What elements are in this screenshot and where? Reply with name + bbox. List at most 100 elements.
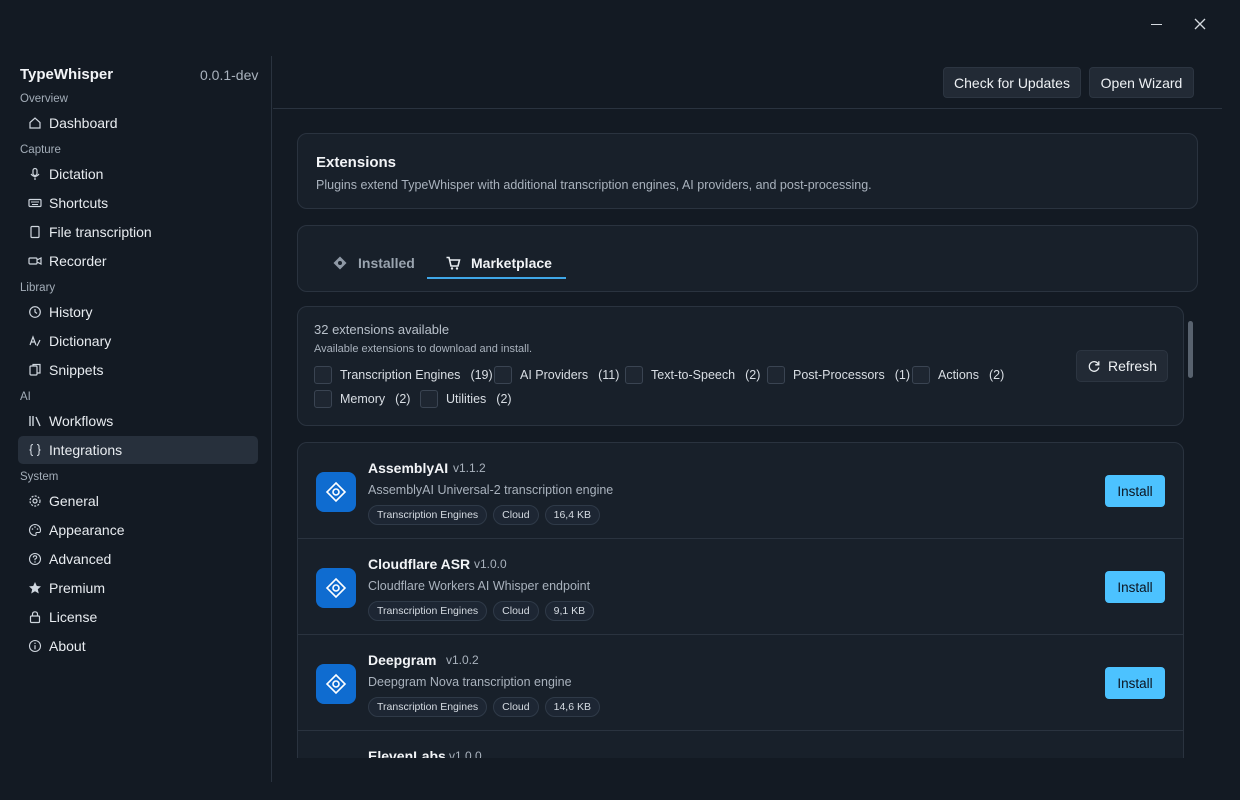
filter-label: AI Providers <box>520 368 589 382</box>
sidebar-item-premium[interactable]: Premium <box>18 574 258 602</box>
filter-count: (11) <box>598 368 620 382</box>
sidebar-item-label: Workflows <box>49 413 114 429</box>
page-title: Extensions <box>316 154 397 171</box>
filter-transcription-engines[interactable]: Transcription Engines (19) <box>314 366 493 384</box>
sidebar-item-license[interactable]: License <box>18 603 258 631</box>
checkbox[interactable] <box>314 366 332 384</box>
list-item: AssemblyAI v1.1.2 AssemblyAI Universal-2… <box>298 443 1183 539</box>
install-button[interactable]: Install <box>1105 475 1165 507</box>
checkbox[interactable] <box>767 366 785 384</box>
filter-label: Text-to-Speech <box>651 368 736 382</box>
dictionary-icon <box>28 334 42 348</box>
checkbox[interactable] <box>625 366 643 384</box>
braces-icon <box>28 443 42 457</box>
check-for-updates-button[interactable]: Check for Updates <box>943 67 1081 98</box>
page-description: Plugins extend TypeWhisper with addition… <box>316 178 872 192</box>
filter-label: Transcription Engines <box>340 368 461 382</box>
list-item: Deepgram v1.0.2 Deepgram Nova transcript… <box>298 635 1183 731</box>
puzzle-icon <box>332 255 348 271</box>
filter-card: 32 extensions available Available extens… <box>297 306 1184 426</box>
tab-label: Marketplace <box>471 255 552 271</box>
snippets-icon <box>28 363 42 377</box>
plugin-description: Cloudflare Workers AI Whisper endpoint <box>368 579 591 593</box>
sidebar-item-history[interactable]: History <box>18 298 258 326</box>
sidebar-item-dashboard[interactable]: Dashboard <box>18 109 258 137</box>
section-ai: AI <box>20 391 31 403</box>
plugin-version: v1.0.0 <box>474 557 507 571</box>
install-button[interactable]: Install <box>1105 667 1165 699</box>
checkbox[interactable] <box>314 390 332 408</box>
refresh-label: Refresh <box>1107 358 1158 374</box>
sidebar-item-dictionary[interactable]: Dictionary <box>18 327 258 355</box>
sidebar-item-label: Shortcuts <box>49 195 109 211</box>
refresh-button[interactable]: Refresh <box>1076 350 1168 382</box>
section-overview: Overview <box>20 93 68 105</box>
tag-category: Transcription Engines <box>368 505 488 525</box>
filter-count: (1) <box>894 368 910 382</box>
sidebar-item-dictation[interactable]: Dictation <box>18 160 258 188</box>
checkbox[interactable] <box>420 390 438 408</box>
store-icon <box>445 255 461 271</box>
filter-label: Post-Processors <box>793 368 885 382</box>
open-wizard-button[interactable]: Open Wizard <box>1089 67 1194 98</box>
sidebar-item-shortcuts[interactable]: Shortcuts <box>18 189 258 217</box>
plugin-icon <box>316 664 356 704</box>
list-item: Cloudflare ASR v1.0.0 Cloudflare Workers… <box>298 539 1183 635</box>
mic-icon <box>28 167 42 181</box>
sidebar-item-label: Snippets <box>49 362 104 378</box>
filter-utilities[interactable]: Utilities (2) <box>420 390 512 408</box>
sidebar-item-advanced[interactable]: Advanced <box>18 545 258 573</box>
sidebar-item-label: License <box>49 609 98 625</box>
checkbox[interactable] <box>494 366 512 384</box>
sidebar: TypeWhisper 0.0.1-dev Overview Dashboard… <box>0 56 272 782</box>
tag-size: 9,1 KB <box>544 601 595 621</box>
filter-label: Actions <box>938 368 979 382</box>
tag-type: Cloud <box>493 505 539 525</box>
sidebar-item-workflows[interactable]: Workflows <box>18 407 258 435</box>
checkbox[interactable] <box>912 366 930 384</box>
sidebar-item-label: History <box>49 304 93 320</box>
section-system: System <box>20 471 59 483</box>
video-icon <box>28 254 42 268</box>
sidebar-item-label: Integrations <box>49 442 123 458</box>
plugin-name: Cloudflare ASR <box>368 556 471 572</box>
sidebar-item-general[interactable]: General <box>18 487 258 515</box>
home-icon <box>28 116 42 130</box>
sidebar-item-file-transcription[interactable]: File transcription <box>18 218 258 246</box>
file-icon <box>28 225 42 239</box>
install-button[interactable]: Install <box>1105 571 1165 603</box>
plugin-icon <box>316 472 356 512</box>
header-divider <box>273 108 1222 109</box>
filter-text-to-speech[interactable]: Text-to-Speech (2) <box>625 366 760 384</box>
sidebar-item-about[interactable]: About <box>18 632 258 660</box>
sidebar-item-appearance[interactable]: Appearance <box>18 516 258 544</box>
filter-actions[interactable]: Actions (2) <box>912 366 1004 384</box>
tag-category: Transcription Engines <box>368 601 488 621</box>
sidebar-item-snippets[interactable]: Snippets <box>18 356 258 384</box>
plugin-tags: Transcription Engines Cloud 14,6 KB <box>368 697 600 717</box>
filter-ai-providers[interactable]: AI Providers (11) <box>494 366 619 384</box>
star-icon <box>28 581 42 595</box>
sidebar-item-integrations[interactable]: Integrations <box>18 436 258 464</box>
tag-size: 16,4 KB <box>544 505 600 525</box>
info-icon <box>28 639 42 653</box>
sidebar-item-label: General <box>49 493 99 509</box>
section-library: Library <box>20 282 56 294</box>
sidebar-item-label: Recorder <box>49 253 107 269</box>
filter-post-processors[interactable]: Post-Processors (1) <box>767 366 910 384</box>
scrollbar-thumb[interactable] <box>1188 321 1193 378</box>
section-capture: Capture <box>20 144 61 156</box>
minimize-icon[interactable] <box>1144 12 1168 36</box>
sidebar-item-recorder[interactable]: Recorder <box>18 247 258 275</box>
gear-icon <box>28 494 42 508</box>
tab-installed[interactable]: Installed <box>332 247 415 279</box>
sidebar-item-label: Dashboard <box>49 115 118 131</box>
refresh-icon <box>1087 359 1101 373</box>
filter-count: (2) <box>745 368 761 382</box>
close-icon[interactable] <box>1188 12 1212 36</box>
sidebar-item-label: File transcription <box>49 224 152 240</box>
plugin-description: Deepgram Nova transcription engine <box>368 675 572 689</box>
filter-memory[interactable]: Memory (2) <box>314 390 410 408</box>
tab-marketplace[interactable]: Marketplace <box>445 247 552 279</box>
app-name: TypeWhisper <box>20 66 114 83</box>
